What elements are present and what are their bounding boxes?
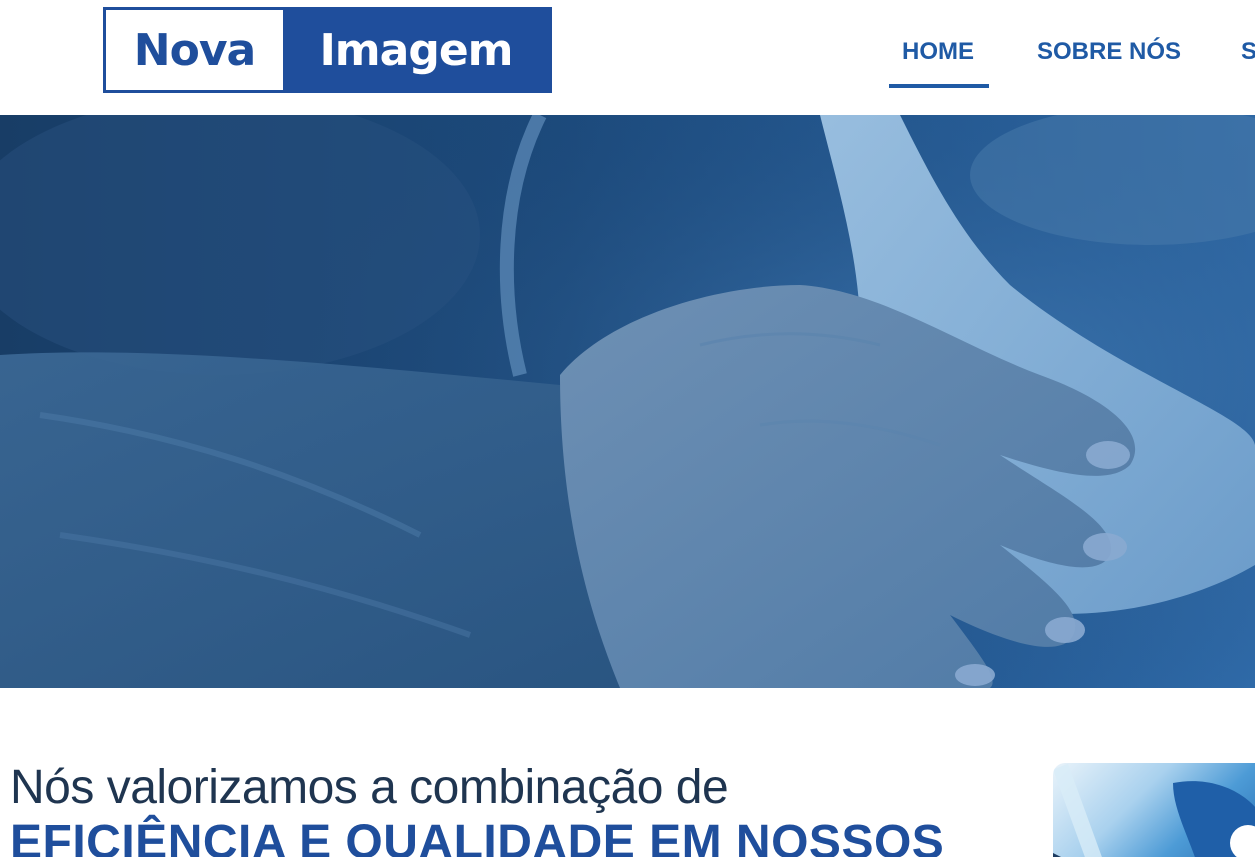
nav-active-underline	[889, 84, 989, 88]
lab-gloves-image	[1053, 763, 1255, 857]
hero-banner	[0, 115, 1255, 688]
main-nav: HOME SOBRE NÓS S	[0, 0, 1255, 115]
intro-heading-line2: EFICIÊNCIA E QUALIDADE EM NOSSOS	[10, 816, 945, 857]
nav-item-truncated[interactable]: S	[1241, 38, 1255, 66]
site-header: Nova Imagem HOME SOBRE NÓS S	[0, 0, 1255, 115]
nav-item-home[interactable]: HOME	[902, 38, 974, 66]
hero-ultrasound-image	[0, 115, 1255, 688]
intro-heading-line1: Nós valorizamos a combinação de	[10, 761, 729, 814]
service-thumbnail-image	[1053, 763, 1255, 857]
nav-item-sobre-nos[interactable]: SOBRE NÓS	[1037, 38, 1181, 66]
